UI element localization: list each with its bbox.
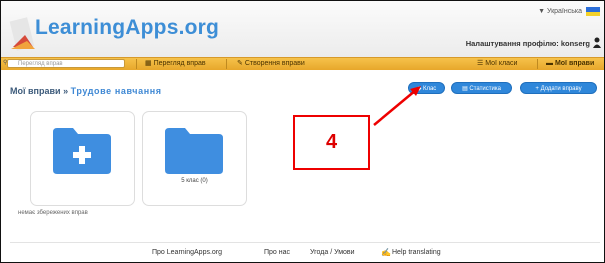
footer-divider <box>10 242 600 243</box>
footer-terms-link[interactable]: Угода / Умови <box>310 249 355 256</box>
footer-about-link[interactable]: Про LearningApps.org <box>152 249 222 256</box>
annotation-arrow-icon <box>373 86 421 126</box>
footer-help-translating-link[interactable]: Help translating <box>392 249 441 256</box>
translate-icon: ✍ <box>381 248 391 257</box>
footer-about-us-link[interactable]: Про нас <box>264 249 290 256</box>
